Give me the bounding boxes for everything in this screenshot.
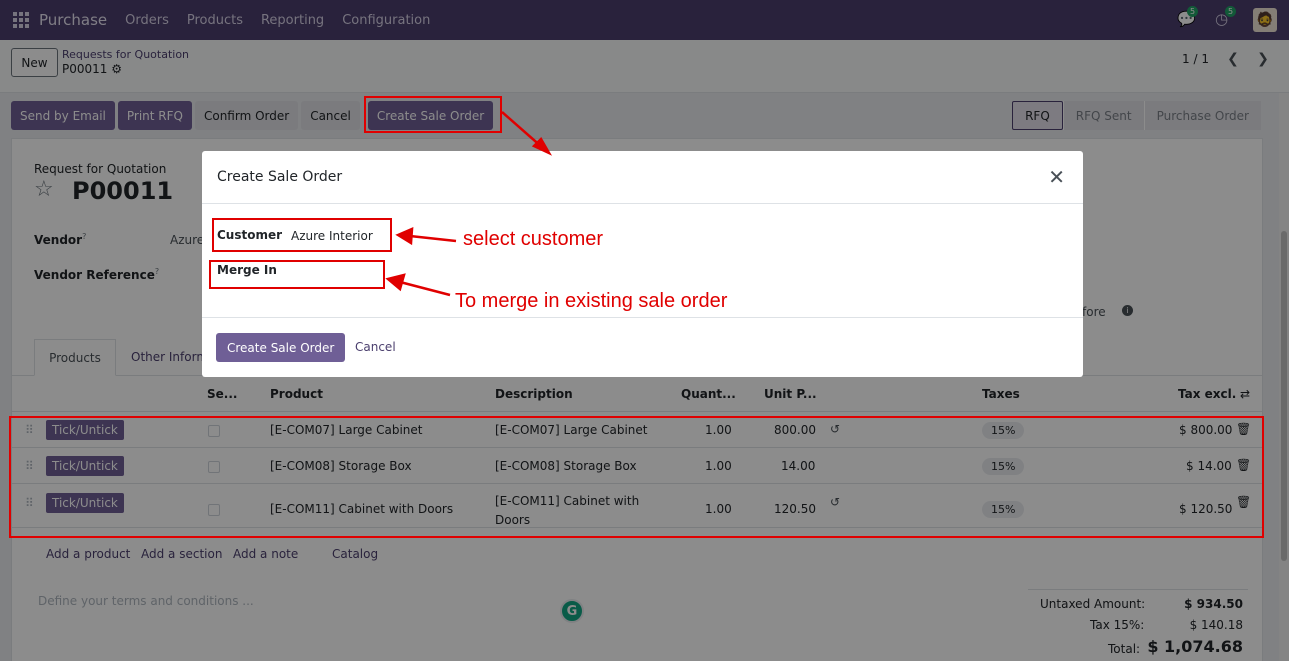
highlight-create-button (364, 96, 502, 133)
dialog-divider (202, 203, 1083, 204)
highlight-merge-in (209, 260, 385, 289)
annotation-select-customer: select customer (463, 228, 604, 250)
annotation-merge: To merge in existing sale order (455, 290, 728, 312)
close-icon[interactable]: ✕ (1048, 165, 1065, 189)
dialog-title: Create Sale Order (217, 169, 343, 185)
dialog-footer-divider (202, 317, 1083, 318)
highlight-customer (212, 218, 392, 252)
dialog-create-sale-order-button[interactable]: Create Sale Order (216, 333, 346, 362)
dialog-cancel-button[interactable]: Cancel (355, 340, 396, 354)
highlight-order-lines (9, 416, 1264, 538)
